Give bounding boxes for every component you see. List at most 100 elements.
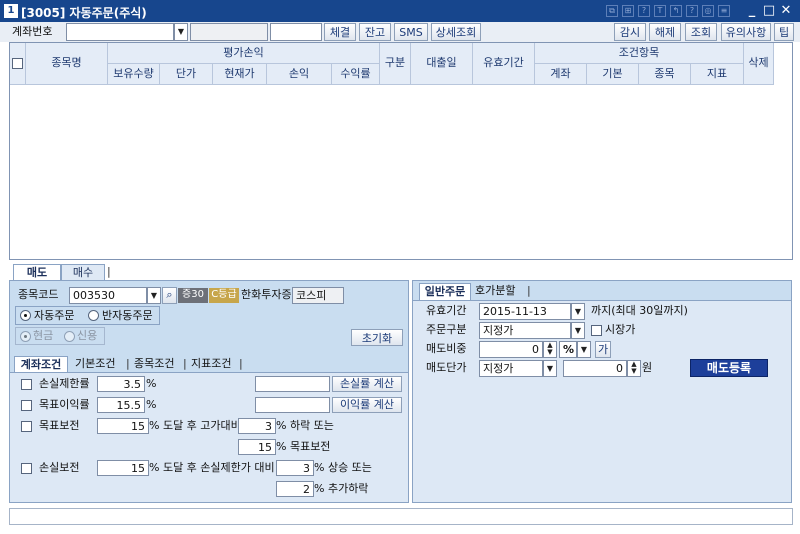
won-label: 원 [642,361,653,374]
keep-rate-input[interactable]: 15 [238,439,276,455]
order-type-group: 자동주문 반자동주문 [15,306,160,325]
sell-ratio-unit-dropdown[interactable]: ▼ [577,341,591,358]
market-price-checkbox[interactable] [591,325,602,336]
cash-type-group: 현금 신용 [15,327,105,345]
reach-loss-text: % 도달 후 손실제한가 대비 [149,461,275,474]
drop-rate-input[interactable]: 3 [238,418,276,434]
monitor-button[interactable]: 감시 [614,23,646,41]
tab-buy[interactable]: 매수 [61,264,105,281]
inquire-button[interactable]: 조회 [685,23,717,41]
valid-period-note: 까지(최대 30일까지) [591,304,688,317]
header-valuation-group: 평가손익 [108,43,380,64]
order-div-dropdown[interactable]: ▼ [571,322,585,339]
rise-text: % 상승 또는 [314,461,372,474]
semi-order-radio[interactable] [88,310,99,321]
target-profit-checkbox[interactable] [21,400,32,411]
loss-keep-input[interactable]: 15 [97,460,149,476]
sell-price-type-dropdown[interactable]: ▼ [543,360,557,377]
sell-price-spinner[interactable]: ▲ ▼ [627,360,641,377]
header-cond-indicator: 지표 [691,64,744,85]
valid-period-input[interactable]: 2015-11-13 [479,303,571,320]
target-keep-checkbox[interactable] [21,421,32,432]
stock-search-button[interactable]: ⌕ [162,287,177,304]
target-profit-input[interactable]: 15.5 [97,397,145,413]
notice-button[interactable]: 유의사항 [721,23,771,41]
capture-icon[interactable]: ◎ [702,5,714,17]
target-keep-input[interactable]: 15 [97,418,149,434]
tab-basic-condition[interactable]: 기본조건 [75,355,115,373]
spinner-icon: ▲ ▼ [547,341,553,356]
sell-ratio-label: 매도비중 [426,342,467,355]
header-condition-group: 조건항목 [535,43,744,64]
rise-rate-input[interactable]: 3 [276,460,314,476]
extra-drop-input[interactable]: 2 [276,481,314,497]
tip-button[interactable]: 팁 [774,23,794,41]
return-icon[interactable]: ↰ [670,5,682,17]
tab-sell[interactable]: 매도 [13,264,61,281]
tab-hoga-split[interactable]: 호가분할 [475,282,515,300]
order-grid: 종목명 평가손익 보유수량 단가 현재가 손익 수익률 구분 대출일 유효기간 … [9,42,793,260]
auto-order-radio[interactable] [20,310,31,321]
link-window-icon[interactable]: ⧉ [606,5,618,17]
password-input[interactable] [270,23,322,41]
stop-loss-input[interactable]: 3.5 [97,376,145,392]
margin-badge: 증30 [178,288,208,303]
minimize-button[interactable]: _ [744,3,760,19]
sell-ratio-input[interactable]: 0 [479,341,543,358]
valid-period-label: 유효기간 [426,304,467,317]
reset-button[interactable]: 초기화 [351,329,403,346]
calc-profit-button[interactable]: 이익률 계산 [332,397,402,413]
sell-ratio-spinner[interactable]: ▲ ▼ [543,341,557,358]
header-valid-period: 유효기간 [473,43,535,85]
valid-period-dropdown[interactable]: ▼ [571,303,585,320]
loss-keep-checkbox[interactable] [21,463,32,474]
search-icon: ⌕ [166,288,173,301]
header-stock-name: 종목명 [26,43,108,85]
header-pnl: 손익 [267,64,332,85]
stock-code-label: 종목코드 [18,288,59,301]
split-view-icon[interactable]: ⊞ [622,5,634,17]
text-size-icon[interactable]: T [654,5,666,17]
tab-separator: | [126,357,130,370]
register-sell-button[interactable]: 매도등록 [690,359,768,377]
tab-stock-condition[interactable]: 종목조건 [134,355,174,373]
reach-high-text: % 도달 후 고가대비 [149,419,241,432]
tab-normal-order[interactable]: 일반주문 [419,283,471,300]
tab-account-condition[interactable]: 계좌조건 [14,356,68,372]
tab-indicator-condition[interactable]: 지표조건 [191,355,231,373]
search-help-icon[interactable]: ? [638,5,650,17]
sell-ratio-unit[interactable]: % [559,341,577,358]
target-profit-result [255,397,330,413]
stop-loss-checkbox[interactable] [21,379,32,390]
stop-loss-label: 손실제한률 [39,377,90,390]
stock-name: 한화투자증 [241,288,291,301]
account-dropdown[interactable]: ▼ [174,23,188,41]
maximize-button[interactable]: □ [761,3,777,19]
grade-badge: C등급 [209,288,239,303]
chevron-down-icon: ▼ [150,291,158,300]
sms-button[interactable]: SMS [394,23,428,41]
header-current-price: 현재가 [213,64,267,85]
stock-code-dropdown[interactable]: ▼ [147,287,161,304]
stock-code-input[interactable]: 003530 [69,287,147,304]
select-all-checkbox[interactable] [12,58,23,69]
detail-inquiry-button[interactable]: 상세조회 [431,23,481,41]
sell-price-input[interactable]: 0 [563,360,627,377]
sell-price-type-select[interactable]: 지정가 [479,360,543,377]
order-div-select[interactable]: 지정가 [479,322,571,339]
tab-separator: | [527,284,531,297]
cash-radio[interactable] [20,331,31,342]
add-ratio-button[interactable]: 가 [595,341,611,358]
credit-radio[interactable] [64,331,75,342]
release-button[interactable]: 해제 [649,23,681,41]
close-button[interactable]: ✕ [778,3,794,19]
sell-price-label: 매도단가 [426,361,467,374]
execution-button[interactable]: 체결 [324,23,356,41]
calc-loss-button[interactable]: 손실률 계산 [332,376,402,392]
menu-icon[interactable]: ≡ [718,5,730,17]
market-price-label: 시장가 [605,323,636,336]
help-icon[interactable]: ? [686,5,698,17]
account-input[interactable] [66,23,174,41]
balance-button[interactable]: 잔고 [359,23,391,41]
chevron-down-icon: ▼ [574,307,582,316]
